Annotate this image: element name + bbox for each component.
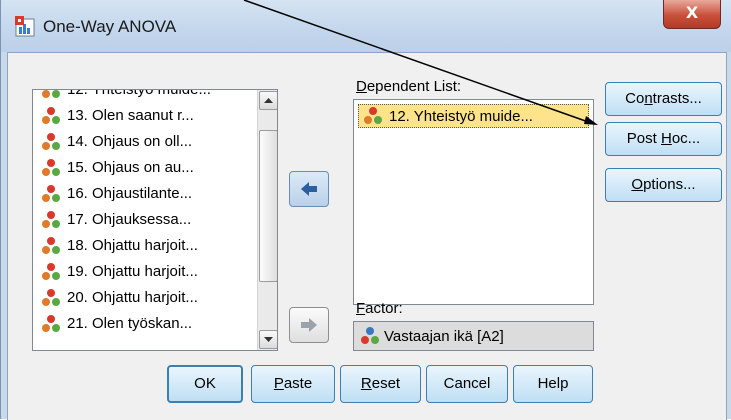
paste-button[interactable]: Paste [251,365,335,403]
help-button[interactable]: Help [513,365,593,403]
scale-variable-icon [42,185,60,202]
scale-variable-icon [42,90,60,98]
source-variable-list[interactable]: 12. Yhteistyö muide... 13. Olen saanut r.… [32,89,278,351]
move-to-dependent-button[interactable] [289,171,329,207]
list-item[interactable]: 17. Ohjauksessa... [41,207,191,233]
variable-label: 19. Ohjattu harjoit... [67,263,198,280]
scale-variable-icon [42,107,60,124]
scroll-thumb[interactable] [259,130,277,282]
dependent-list[interactable]: 12. Yhteistyö muide... [353,99,594,305]
scale-variable-icon [364,107,382,124]
variable-list-scrollbar[interactable] [257,90,277,350]
arrow-right-icon [301,318,317,332]
list-item[interactable]: 14. Ohjaus on oll... [41,129,192,155]
dependent-variable-label: 12. Yhteistyö muide... [389,107,533,125]
dependent-list-item[interactable]: 12. Yhteistyö muide... [358,104,589,128]
list-item[interactable]: 19. Ohjattu harjoit... [41,259,198,285]
factor-field[interactable]: Vastaajan ikä [A2] [353,321,594,351]
scroll-up-icon [264,98,273,103]
scroll-down-button[interactable] [259,330,277,349]
list-item[interactable]: 15. Ohjaus on au... [41,155,194,181]
window-title: One-Way ANOVA [43,17,177,36]
spss-app-icon [15,16,35,37]
variable-label: 13. Olen saanut r... [67,107,194,124]
close-icon: X [685,3,699,22]
move-to-factor-button[interactable] [289,307,329,343]
ok-button[interactable]: OK [167,365,243,403]
variable-label: 14. Ohjaus on oll... [67,133,193,150]
dependent-list-label: Dependent List: [356,78,462,95]
factor-value: Vastaajan ikä [A2] [384,327,504,345]
list-item[interactable]: 18. Ohjattu harjoit... [41,233,198,259]
options-button[interactable]: Options... [605,168,722,202]
variable-label: 20. Ohjattu harjoit... [67,289,198,306]
variable-label: 15. Ohjaus on au... [67,159,194,176]
scroll-down-icon [264,337,273,342]
title-bar[interactable]: One-Way ANOVA X [1,0,731,52]
nominal-variable-icon [361,327,379,344]
post-hoc-button[interactable]: Post Hoc... [605,122,722,156]
scale-variable-icon [42,211,60,228]
contrasts-button[interactable]: Contrasts... [605,82,722,116]
scale-variable-icon [42,263,60,280]
scroll-up-button[interactable] [259,91,277,110]
scale-variable-icon [42,237,60,254]
variable-label: 16. Ohjaustilante... [67,185,193,202]
one-way-anova-dialog: One-Way ANOVA X 12. Yhteistyö muide... 13… [0,0,731,420]
list-item[interactable]: 12. Yhteistyö muide... [41,89,211,103]
dialog-body: 12. Yhteistyö muide... 13. Olen saanut r.… [7,52,727,420]
variable-label: 17. Ohjauksessa... [67,211,192,228]
close-button[interactable]: X [663,0,721,29]
list-item[interactable]: 13. Olen saanut r... [41,103,194,129]
factor-label: Factor: [356,300,403,317]
variable-label: 18. Ohjattu harjoit... [67,237,198,254]
list-item[interactable]: 20. Ohjattu harjoit... [41,285,198,311]
reset-button[interactable]: Reset [340,365,421,403]
scale-variable-icon [42,315,60,332]
list-item[interactable]: 16. Ohjaustilante... [41,181,192,207]
scale-variable-icon [42,133,60,150]
list-item[interactable]: 21. Olen työskan... [41,311,192,337]
arrow-left-icon [301,182,317,196]
variable-label: 21. Olen työskan... [67,315,193,332]
variable-label: 12. Yhteistyö muide... [67,89,211,98]
cancel-button[interactable]: Cancel [426,365,508,403]
scale-variable-icon [42,289,60,306]
scale-variable-icon [42,159,60,176]
